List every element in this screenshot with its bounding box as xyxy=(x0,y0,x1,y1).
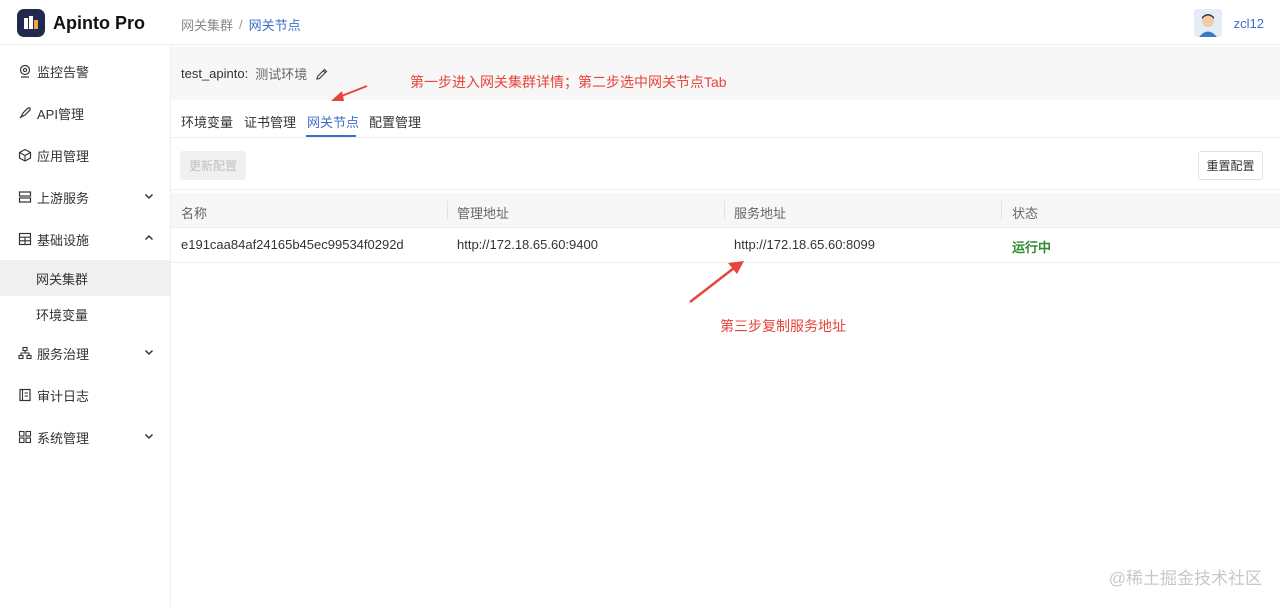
sidebar-item-label: 审计日志 xyxy=(37,388,90,404)
annotation-step3: 第三步复制服务地址 xyxy=(720,318,846,334)
sidebar-subitem-env-vars[interactable]: 环境变量 xyxy=(0,296,170,332)
column-divider xyxy=(724,201,725,220)
update-config-button[interactable]: 更新配置 xyxy=(180,151,246,180)
sidebar-item-upstream[interactable]: 上游服务 xyxy=(0,176,170,218)
cell-node-name: e191caa84af24165b45ec99534f0292d xyxy=(181,237,404,252)
tab-env-vars[interactable]: 环境变量 xyxy=(181,112,233,131)
server-icon xyxy=(18,190,32,204)
cell-service-address[interactable]: http://172.18.65.60:8099 xyxy=(734,237,875,252)
status-badge: 运行中 xyxy=(1012,240,1052,255)
username[interactable]: zcl12 xyxy=(1234,16,1264,31)
annotation-arrow-icon xyxy=(689,261,744,303)
sidebar-item-label: 应用管理 xyxy=(37,148,90,164)
grid-icon xyxy=(18,232,32,246)
cluster-name: test_apinto: xyxy=(181,66,249,81)
table-header: 名称 管理地址 服务地址 状态 xyxy=(171,193,1280,228)
apinto-logo-icon xyxy=(17,9,45,37)
breadcrumb-current: 网关节点 xyxy=(248,18,301,33)
column-header-admin-address: 管理地址 xyxy=(457,206,510,221)
cube-icon xyxy=(18,148,32,162)
app-name: Apinto Pro xyxy=(53,12,145,33)
chevron-down-icon[interactable] xyxy=(143,190,155,202)
breadcrumb: 网关集群 / 网关节点 xyxy=(181,15,301,34)
sidebar-item-infrastructure[interactable]: 基础设施 xyxy=(0,218,170,260)
app-logo[interactable]: Apinto Pro xyxy=(17,9,145,37)
apps-icon xyxy=(18,430,32,444)
sidebar-item-audit-log[interactable]: 审计日志 xyxy=(0,374,170,416)
nodes-table: 名称 管理地址 服务地址 状态 e191caa84af24165b45ec995… xyxy=(171,193,1280,263)
breadcrumb-separator: / xyxy=(239,17,243,32)
tab-certificates[interactable]: 证书管理 xyxy=(244,112,296,131)
page-title: test_apinto: 测试环境 xyxy=(181,64,329,83)
sidebar-item-label: 系统管理 xyxy=(37,430,90,446)
sidebar-subitem-gateway-cluster[interactable]: 网关集群 xyxy=(0,260,170,296)
annotation-arrow-icon xyxy=(331,85,368,101)
sidebar-item-label: 服务治理 xyxy=(37,346,90,362)
sidebar-item-label: 上游服务 xyxy=(37,190,90,206)
tab-gateway-nodes[interactable]: 网关节点 xyxy=(307,112,359,131)
sidebar-subitem-label: 网关集群 xyxy=(36,271,89,287)
breadcrumb-parent[interactable]: 网关集群 xyxy=(181,15,233,34)
tab-config[interactable]: 配置管理 xyxy=(369,112,421,131)
reset-config-button[interactable]: 重置配置 xyxy=(1198,151,1263,180)
cell-admin-address[interactable]: http://172.18.65.60:9400 xyxy=(457,237,598,252)
active-tab-indicator xyxy=(306,135,356,137)
cluster-env: 测试环境 xyxy=(255,67,308,82)
sidebar-item-label: API管理 xyxy=(37,106,84,122)
sidebar-item-monitor[interactable]: 监控告警 xyxy=(0,50,170,92)
sidebar-item-apps[interactable]: 应用管理 xyxy=(0,134,170,176)
chevron-down-icon[interactable] xyxy=(143,430,155,442)
tree-icon xyxy=(18,346,32,360)
user-menu[interactable]: zcl12 xyxy=(1193,9,1264,37)
log-icon xyxy=(18,388,32,402)
column-divider xyxy=(1001,201,1002,220)
edit-icon[interactable] xyxy=(315,67,329,81)
rocket-icon xyxy=(18,106,32,120)
sidebar-subitem-label: 环境变量 xyxy=(36,307,89,323)
chevron-up-icon[interactable] xyxy=(143,232,155,244)
location-icon xyxy=(18,64,32,78)
top-header: Apinto Pro 网关集群 / 网关节点 zcl12 xyxy=(0,0,1280,45)
column-header-status: 状态 xyxy=(1012,206,1039,221)
toolbar: 更新配置 重置配置 xyxy=(171,138,1280,190)
sidebar-item-label: 基础设施 xyxy=(37,232,90,248)
sidebar: 监控告警 API管理 应用管理 上游服务 基础设施 网关集群 环境变量 服务治理… xyxy=(0,46,171,607)
sidebar-item-api[interactable]: API管理 xyxy=(0,92,170,134)
avatar[interactable] xyxy=(1193,9,1222,37)
chevron-down-icon[interactable] xyxy=(143,346,155,358)
annotation-step1: 第一步进入网关集群详情；第二步选中网关节点Tab xyxy=(410,74,727,90)
watermark: @稀土掘金技术社区 xyxy=(1108,569,1262,588)
column-header-name: 名称 xyxy=(181,206,208,221)
sidebar-item-system[interactable]: 系统管理 xyxy=(0,416,170,458)
sidebar-item-label: 监控告警 xyxy=(37,64,90,80)
column-header-service-address: 服务地址 xyxy=(734,206,787,221)
sidebar-item-governance[interactable]: 服务治理 xyxy=(0,332,170,374)
column-divider xyxy=(447,201,448,220)
